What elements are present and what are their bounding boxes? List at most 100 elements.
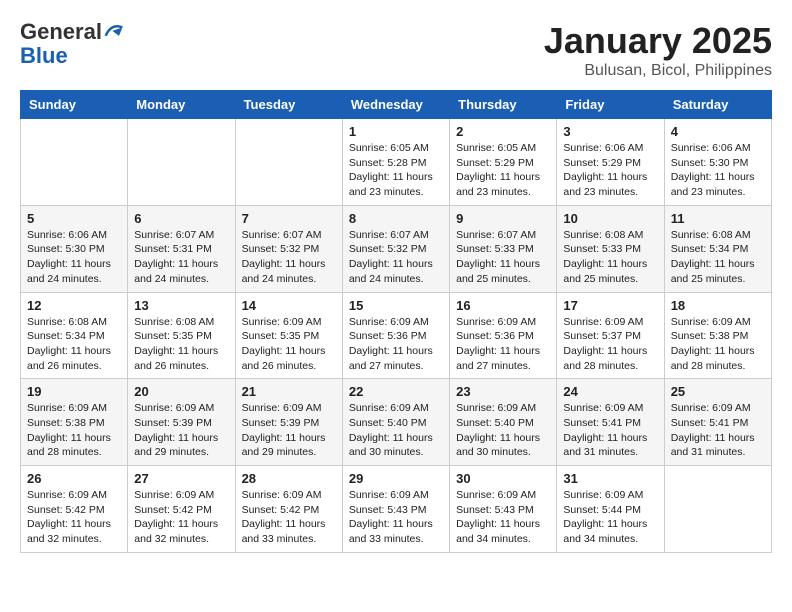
- calendar-cell: 5 Sunrise: 6:06 AM Sunset: 5:30 PM Daylig…: [21, 205, 128, 292]
- day-info: Sunrise: 6:09 AM Sunset: 5:38 PM Dayligh…: [671, 315, 765, 374]
- day-number: 5: [27, 211, 121, 226]
- day-number: 12: [27, 298, 121, 313]
- calendar-cell: 31 Sunrise: 6:09 AM Sunset: 5:44 PM Dayli…: [557, 466, 664, 553]
- day-info: Sunrise: 6:09 AM Sunset: 5:39 PM Dayligh…: [242, 401, 336, 460]
- calendar-cell: 27Sunrise: 6:09 AM Sunset: 5:42 PM Dayli…: [128, 466, 235, 553]
- calendar-cell: 24 Sunrise: 6:09 AM Sunset: 5:41 PM Dayli…: [557, 379, 664, 466]
- day-info: Sunrise: 6:09 AM Sunset: 5:37 PM Dayligh…: [563, 315, 657, 374]
- calendar-cell: 14Sunrise: 6:09 AM Sunset: 5:35 PM Dayli…: [235, 292, 342, 379]
- day-number: 19: [27, 384, 121, 399]
- weekday-header-monday: Monday: [128, 91, 235, 119]
- calendar-cell: 25 Sunrise: 6:09 AM Sunset: 5:41 PM Dayli…: [664, 379, 771, 466]
- calendar-cell: 19 Sunrise: 6:09 AM Sunset: 5:38 PM Dayli…: [21, 379, 128, 466]
- day-info: Sunrise: 6:09 AM Sunset: 5:44 PM Dayligh…: [563, 488, 657, 547]
- day-info: Sunrise: 6:09 AM Sunset: 5:41 PM Dayligh…: [671, 401, 765, 460]
- calendar-cell: 30 Sunrise: 6:09 AM Sunset: 5:43 PM Dayli…: [450, 466, 557, 553]
- calendar-cell: 23 Sunrise: 6:09 AM Sunset: 5:40 PM Dayli…: [450, 379, 557, 466]
- logo-icon: [104, 20, 124, 40]
- calendar: SundayMondayTuesdayWednesdayThursdayFrid…: [20, 90, 772, 553]
- calendar-cell: 22 Sunrise: 6:09 AM Sunset: 5:40 PM Dayli…: [342, 379, 449, 466]
- day-info: Sunrise: 6:08 AM Sunset: 5:33 PM Dayligh…: [563, 228, 657, 287]
- calendar-cell: 26Sunrise: 6:09 AM Sunset: 5:42 PM Dayli…: [21, 466, 128, 553]
- day-number: 30: [456, 471, 550, 486]
- day-info: Sunrise: 6:09 AM Sunset: 5:36 PM Dayligh…: [456, 315, 550, 374]
- calendar-cell: [235, 119, 342, 206]
- weekday-header-wednesday: Wednesday: [342, 91, 449, 119]
- day-number: 14: [242, 298, 336, 313]
- day-info: Sunrise: 6:07 AM Sunset: 5:32 PM Dayligh…: [349, 228, 443, 287]
- day-number: 15: [349, 298, 443, 313]
- day-number: 4: [671, 124, 765, 139]
- day-info: Sunrise: 6:09 AM Sunset: 5:42 PM Dayligh…: [242, 488, 336, 547]
- weekday-header-friday: Friday: [557, 91, 664, 119]
- day-info: Sunrise: 6:09 AM Sunset: 5:41 PM Dayligh…: [563, 401, 657, 460]
- day-info: Sunrise: 6:09 AM Sunset: 5:43 PM Dayligh…: [349, 488, 443, 547]
- day-number: 25: [671, 384, 765, 399]
- day-info: Sunrise: 6:09 AM Sunset: 5:40 PM Dayligh…: [456, 401, 550, 460]
- month-title: January 2025: [544, 20, 772, 62]
- day-number: 24: [563, 384, 657, 399]
- day-info: Sunrise: 6:09 AM Sunset: 5:40 PM Dayligh…: [349, 401, 443, 460]
- calendar-cell: 15 Sunrise: 6:09 AM Sunset: 5:36 PM Dayli…: [342, 292, 449, 379]
- weekday-header-saturday: Saturday: [664, 91, 771, 119]
- calendar-cell: 28 Sunrise: 6:09 AM Sunset: 5:42 PM Dayli…: [235, 466, 342, 553]
- day-number: 21: [242, 384, 336, 399]
- calendar-cell: 11 Sunrise: 6:08 AM Sunset: 5:34 PM Dayli…: [664, 205, 771, 292]
- day-number: 10: [563, 211, 657, 226]
- day-info: Sunrise: 6:09 AM Sunset: 5:38 PM Dayligh…: [27, 401, 121, 460]
- calendar-cell: 29 Sunrise: 6:09 AM Sunset: 5:43 PM Dayli…: [342, 466, 449, 553]
- day-info: Sunrise: 6:08 AM Sunset: 5:34 PM Dayligh…: [27, 315, 121, 374]
- weekday-header-thursday: Thursday: [450, 91, 557, 119]
- calendar-cell: 6 Sunrise: 6:07 AM Sunset: 5:31 PM Daylig…: [128, 205, 235, 292]
- calendar-cell: 16 Sunrise: 6:09 AM Sunset: 5:36 PM Dayli…: [450, 292, 557, 379]
- logo-general: General: [20, 20, 102, 44]
- page-header: General Blue January 2025 Bulusan, Bicol…: [20, 20, 772, 80]
- calendar-cell: 4 Sunrise: 6:06 AM Sunset: 5:30 PM Daylig…: [664, 119, 771, 206]
- calendar-cell: 20 Sunrise: 6:09 AM Sunset: 5:39 PM Dayli…: [128, 379, 235, 466]
- calendar-cell: 1 Sunrise: 6:05 AM Sunset: 5:28 PM Daylig…: [342, 119, 449, 206]
- day-number: 31: [563, 471, 657, 486]
- day-number: 22: [349, 384, 443, 399]
- logo: General Blue: [20, 20, 124, 68]
- calendar-cell: 17 Sunrise: 6:09 AM Sunset: 5:37 PM Dayli…: [557, 292, 664, 379]
- calendar-cell: 9Sunrise: 6:07 AM Sunset: 5:33 PM Daylig…: [450, 205, 557, 292]
- day-info: Sunrise: 6:09 AM Sunset: 5:39 PM Dayligh…: [134, 401, 228, 460]
- day-info: Sunrise: 6:06 AM Sunset: 5:29 PM Dayligh…: [563, 141, 657, 200]
- calendar-cell: 8 Sunrise: 6:07 AM Sunset: 5:32 PM Daylig…: [342, 205, 449, 292]
- day-number: 23: [456, 384, 550, 399]
- day-number: 26: [27, 471, 121, 486]
- day-number: 8: [349, 211, 443, 226]
- day-number: 3: [563, 124, 657, 139]
- day-info: Sunrise: 6:07 AM Sunset: 5:31 PM Dayligh…: [134, 228, 228, 287]
- day-number: 1: [349, 124, 443, 139]
- day-number: 16: [456, 298, 550, 313]
- day-number: 7: [242, 211, 336, 226]
- day-number: 28: [242, 471, 336, 486]
- day-info: Sunrise: 6:09 AM Sunset: 5:36 PM Dayligh…: [349, 315, 443, 374]
- calendar-cell: 7Sunrise: 6:07 AM Sunset: 5:32 PM Daylig…: [235, 205, 342, 292]
- calendar-cell: [21, 119, 128, 206]
- day-number: 6: [134, 211, 228, 226]
- day-number: 17: [563, 298, 657, 313]
- day-info: Sunrise: 6:08 AM Sunset: 5:34 PM Dayligh…: [671, 228, 765, 287]
- calendar-cell: 3 Sunrise: 6:06 AM Sunset: 5:29 PM Daylig…: [557, 119, 664, 206]
- day-info: Sunrise: 6:05 AM Sunset: 5:28 PM Dayligh…: [349, 141, 443, 200]
- day-number: 18: [671, 298, 765, 313]
- title-block: January 2025 Bulusan, Bicol, Philippines: [544, 20, 772, 80]
- location: Bulusan, Bicol, Philippines: [544, 62, 772, 80]
- day-number: 29: [349, 471, 443, 486]
- day-number: 2: [456, 124, 550, 139]
- weekday-header-sunday: Sunday: [21, 91, 128, 119]
- calendar-cell: [664, 466, 771, 553]
- day-number: 20: [134, 384, 228, 399]
- calendar-cell: 12 Sunrise: 6:08 AM Sunset: 5:34 PM Dayli…: [21, 292, 128, 379]
- weekday-header-tuesday: Tuesday: [235, 91, 342, 119]
- day-info: Sunrise: 6:06 AM Sunset: 5:30 PM Dayligh…: [27, 228, 121, 287]
- day-info: Sunrise: 6:09 AM Sunset: 5:43 PM Dayligh…: [456, 488, 550, 547]
- day-info: Sunrise: 6:06 AM Sunset: 5:30 PM Dayligh…: [671, 141, 765, 200]
- day-number: 11: [671, 211, 765, 226]
- calendar-cell: 2Sunrise: 6:05 AM Sunset: 5:29 PM Daylig…: [450, 119, 557, 206]
- calendar-cell: 10 Sunrise: 6:08 AM Sunset: 5:33 PM Dayli…: [557, 205, 664, 292]
- day-info: Sunrise: 6:07 AM Sunset: 5:33 PM Dayligh…: [456, 228, 550, 287]
- calendar-cell: [128, 119, 235, 206]
